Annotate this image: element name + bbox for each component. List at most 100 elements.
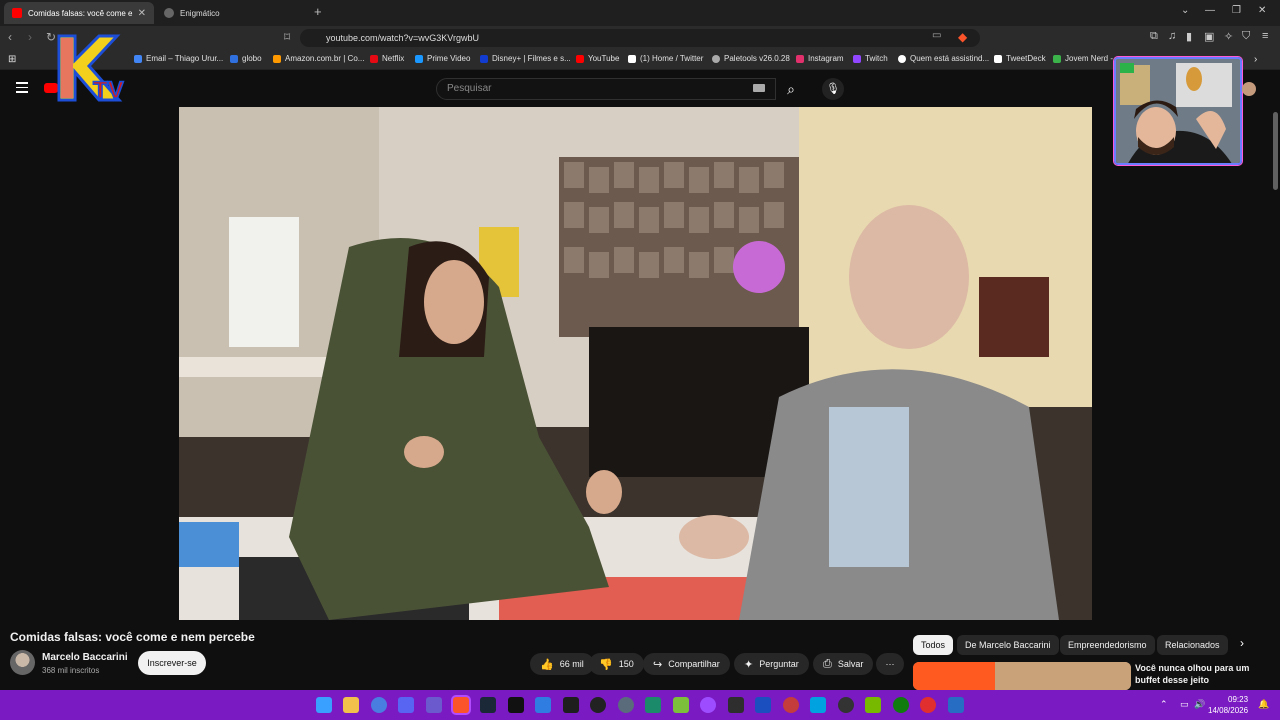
ask-label: Perguntar [759,659,799,669]
app7-icon[interactable] [728,697,744,713]
channel-name[interactable]: Marcelo Baccarini [42,652,128,663]
recommended-thumbnail[interactable] [913,662,1131,690]
folder-icon[interactable] [343,697,359,713]
bookmark-email[interactable]: Email – Thiago Urur... [134,54,223,63]
tab-enigmatico[interactable]: Enigmático [156,2,306,24]
volume-icon[interactable]: 🔊 [1194,699,1205,710]
steam-icon[interactable] [480,697,496,713]
tab-comidas-falsas[interactable]: Comidas falsas: você come e ✕ [4,2,154,24]
share-icon: ↪ [653,658,663,671]
chevron-down-icon[interactable]: ⌄ [1181,5,1189,16]
obs-icon[interactable] [838,697,854,713]
forward-icon[interactable]: › [28,30,32,44]
bookmark-icon[interactable]: ⌑ [284,30,290,44]
tray-chevron-icon[interactable]: ⌃ [1160,699,1168,710]
bookmark-label: Paletools v26.0.28 [724,54,790,63]
close-tab-icon[interactable]: ✕ [138,8,146,19]
discord-icon[interactable] [398,697,414,713]
app8-icon[interactable] [755,697,771,713]
url-bar[interactable]: youtube.com/watch?v=wvG3KVrgwbU [300,29,980,47]
email-icon [134,54,142,63]
more-actions-button[interactable]: ··· [876,653,904,675]
bookmark-globo[interactable]: globo [230,54,262,63]
music-icon[interactable]: ♫ [1168,30,1176,42]
dislike-button[interactable]: 👎 150 [589,653,644,675]
bookmark-jovem-nerd[interactable]: Jovem Nerd - [1053,54,1113,63]
video-player[interactable] [179,107,1092,620]
account-avatar[interactable] [1242,82,1256,96]
hamburger-menu-icon[interactable] [16,82,28,93]
xbox-icon[interactable] [893,697,909,713]
media-icon[interactable] [920,697,936,713]
wallet-icon[interactable]: ▣ [1204,30,1214,43]
back-icon[interactable]: ‹ [8,30,12,44]
microphone-icon[interactable]: 🎙 [822,78,844,100]
more-bookmarks-icon[interactable]: › [1254,54,1257,65]
shield-icon[interactable]: ⛉ [1242,30,1250,43]
app4-icon[interactable] [618,697,634,713]
save-button[interactable]: ⎙ Salvar [813,653,874,675]
bookmark-prime-video[interactable]: Prime Video [415,54,470,63]
bookmark-twitch[interactable]: Twitch [853,54,888,63]
app6-icon[interactable] [700,697,716,713]
chip-empreendedorismo[interactable]: Empreendedorismo [1060,635,1155,655]
recommended-title[interactable]: Você nunca olhou para um buffet desse je… [1135,662,1255,686]
like-button[interactable]: 👍 66 mil [530,653,594,675]
notification-icon[interactable]: 🔔 [1258,699,1269,710]
thumbs-up-icon: 👍 [540,658,554,671]
menu-icon[interactable]: ≡ [1262,30,1268,42]
chip-de-marcelo-baccarini[interactable]: De Marcelo Baccarini [957,635,1059,655]
new-tab-button[interactable]: + [314,4,322,19]
bookmark-twitter[interactable]: (1) Home / Twitter [628,54,703,63]
scrollbar-thumb[interactable] [1273,112,1278,190]
subscribe-button[interactable]: Inscrever-se [138,651,206,675]
chip-todos[interactable]: Todos [913,635,954,655]
bookmark-tweetdeck[interactable]: TweetDeck [994,54,1046,63]
search-icon[interactable]: ⌕ [776,78,806,100]
app-icon[interactable] [426,697,442,713]
app9-icon[interactable] [783,697,799,713]
app5-icon[interactable] [645,697,661,713]
bookmark-paletools[interactable]: Paletools v26.0.28 [712,54,790,63]
brave-shield-icon[interactable]: ◆ [958,30,967,44]
chevron-right-icon[interactable]: › [1240,636,1244,650]
app3-icon[interactable] [563,697,579,713]
terminal-icon[interactable] [508,697,524,713]
r-icon[interactable] [948,697,964,713]
prime-video-icon [415,54,423,63]
clock[interactable]: 09:23 14/08/2026 [1208,694,1248,716]
cast-icon[interactable]: ▭ [932,30,941,41]
ask-button[interactable]: ✦ Perguntar [734,653,809,675]
bookmark-amazon[interactable]: Amazon.com.br | Co... [273,54,364,63]
bookmark-disney[interactable]: Disney+ | Filmes e s... [480,54,571,63]
chip-relacionados[interactable]: Relacionados [1157,635,1228,655]
keyboard-icon[interactable] [753,84,765,92]
sparkle-icon[interactable]: ✧ [1224,30,1233,43]
brave-icon[interactable] [453,697,469,713]
network-icon[interactable]: ▭ [1180,699,1189,710]
minecraft-icon[interactable] [673,697,689,713]
maximize-icon[interactable]: ❐ [1232,5,1241,16]
start-icon[interactable] [316,697,332,713]
bookmark-netflix[interactable]: Netflix [370,54,404,63]
app10-icon[interactable] [810,697,826,713]
sidebar-icon[interactable]: ▮ [1186,30,1192,43]
bookmark-instagram[interactable]: Instagram [796,54,844,63]
edge-icon[interactable] [371,697,387,713]
bookmark-quem-esta[interactable]: Quem está assistind... [898,54,989,63]
close-window-icon[interactable]: ✕ [1258,5,1266,16]
app2-icon[interactable] [535,697,551,713]
channel-avatar[interactable] [10,650,35,675]
apps-grid-icon[interactable]: ⊞ [8,54,16,65]
nvidia-icon[interactable] [865,697,881,713]
share-button[interactable]: ↪ Compartilhar [643,653,730,675]
github-icon[interactable] [590,697,606,713]
bookmark-youtube[interactable]: YouTube [576,54,619,63]
search-input[interactable]: Pesquisar [436,78,776,100]
jovem-nerd-icon [1053,54,1061,63]
browser-tab-bar: Comidas falsas: você come e ✕ Enigmático… [0,0,1280,26]
share-label: Compartilhar [668,659,720,669]
minimize-icon[interactable]: — [1205,5,1215,16]
extension-icon[interactable]: ⧉ [1150,30,1158,43]
youtube-favicon-icon [12,8,22,18]
